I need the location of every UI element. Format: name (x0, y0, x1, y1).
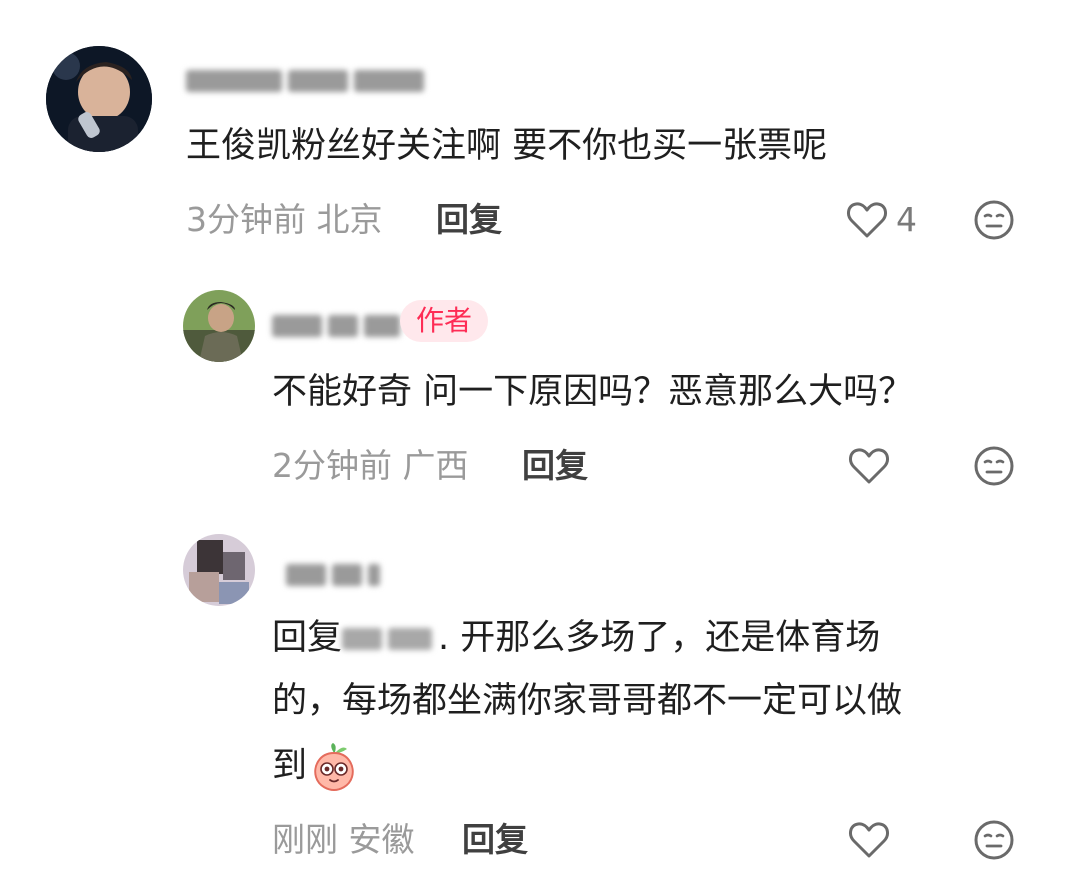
like-button[interactable]: 4 (846, 198, 917, 242)
comment-location: 北京 (316, 200, 383, 239)
comment-time-location: 2分钟前 广西 (272, 444, 469, 488)
peach-face-emoji (314, 743, 354, 791)
comment-location: 广西 (402, 446, 469, 485)
neutral-face-icon[interactable] (973, 445, 1015, 487)
comment-2: 作者 不能好奇 问一下原因吗？恶意那么大吗？ 2分钟前 广西 回复 (0, 260, 1080, 520)
username-redacted[interactable] (272, 315, 406, 341)
author-tag: 作者 (400, 300, 489, 342)
username-redacted[interactable] (186, 70, 430, 96)
avatar[interactable] (183, 534, 255, 606)
comment-time-location: 3分钟前 北京 (186, 198, 383, 242)
heart-outline-icon (847, 202, 887, 238)
neutral-face-icon[interactable] (973, 819, 1015, 861)
reply-button[interactable]: 回复 (436, 198, 502, 242)
like-button[interactable] (848, 818, 890, 862)
reply-prefix: 回复 (272, 618, 343, 658)
comment-text-line-1: 回复 . 开那么多场了，还是体育场 (272, 610, 880, 667)
heart-outline-icon (849, 822, 889, 858)
like-count: 4 (896, 200, 917, 239)
comment-location: 安徽 (348, 820, 415, 859)
comment-text-line-3: 到 (272, 738, 357, 794)
comment-text: 不能好奇 问一下原因吗？恶意那么大吗？ (272, 372, 914, 412)
comment-text: 王俊凯粉丝好关注啊 要不你也买一张票呢 (186, 126, 828, 166)
neutral-face-icon[interactable] (973, 199, 1015, 241)
comment-3: 回复 . 开那么多场了，还是体育场 的，每场都坐满你家哥哥都不一定可以做 到 刚刚… (0, 520, 1080, 890)
comment-text-part: 到 (272, 746, 308, 786)
avatar[interactable] (183, 290, 255, 362)
username-redacted[interactable] (286, 564, 386, 590)
comment-text-line-2: 的，每场都坐满你家哥哥都不一定可以做 (272, 681, 903, 721)
comment-1: 王俊凯粉丝好关注啊 要不你也买一张票呢 3分钟前 北京 回复 4 (0, 0, 1080, 260)
reply-button[interactable]: 回复 (522, 444, 588, 488)
comment-text-part: . 开那么多场了，还是体育场 (438, 618, 881, 658)
like-button[interactable] (848, 444, 890, 488)
comment-time: 刚刚 (272, 820, 338, 859)
heart-outline-icon (849, 448, 889, 484)
comment-time: 3分钟前 (186, 200, 306, 239)
avatar[interactable] (46, 46, 152, 152)
mentioned-user-redacted[interactable] (342, 611, 438, 667)
reply-button[interactable]: 回复 (462, 818, 528, 862)
comment-time-location: 刚刚 安徽 (272, 818, 415, 862)
comment-time: 2分钟前 (272, 446, 392, 485)
